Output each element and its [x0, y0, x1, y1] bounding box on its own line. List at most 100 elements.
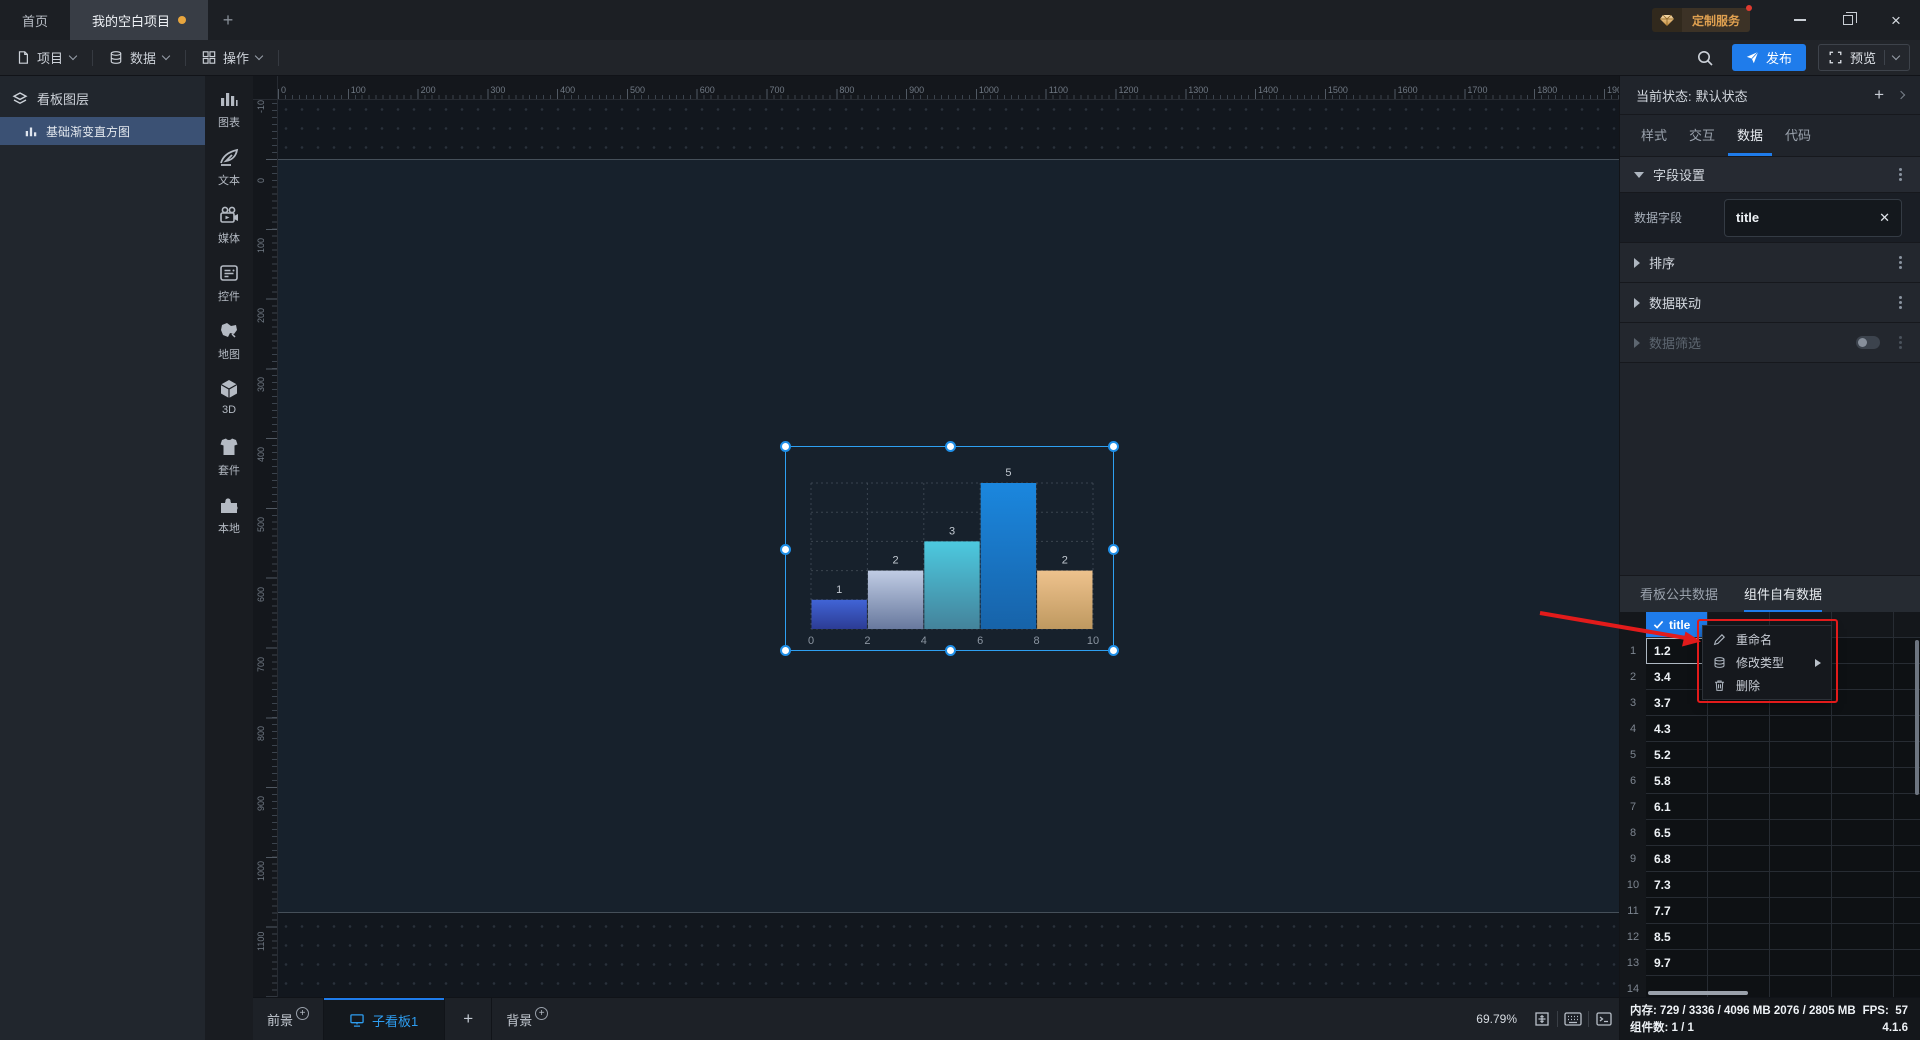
cell-empty[interactable] [1832, 976, 1894, 997]
cell-empty[interactable] [1708, 820, 1770, 846]
cell-empty[interactable] [1832, 898, 1894, 924]
cell-title[interactable]: 3.4 [1646, 664, 1708, 690]
layer-item-histogram[interactable]: 基础渐变直方图 [0, 117, 205, 145]
cell-title[interactable]: 3.7 [1646, 690, 1708, 716]
cell-empty[interactable] [1708, 742, 1770, 768]
section-data-linkage[interactable]: 数据联动 [1620, 283, 1920, 323]
selection-handle[interactable] [1108, 441, 1119, 452]
cell-title[interactable]: 6.5 [1646, 820, 1708, 846]
cell-title[interactable]: 1.2 [1646, 638, 1708, 664]
background-button[interactable]: 背景 + [492, 998, 562, 1040]
cell-title[interactable]: 7.3 [1646, 872, 1708, 898]
custom-service-badge[interactable]: 定制服务 [1652, 8, 1750, 32]
cell-empty[interactable] [1894, 924, 1920, 950]
kebab-menu-icon[interactable] [1899, 301, 1902, 304]
tool-local[interactable]: 本地 [205, 494, 253, 552]
design-canvas[interactable]: 0100200300400500600700800900100011001200… [253, 76, 1619, 1040]
menu-data[interactable]: 数据 [93, 40, 185, 75]
zoom-level[interactable]: 69.79% [1476, 998, 1527, 1040]
cell-empty[interactable] [1832, 950, 1894, 976]
tool-media[interactable]: 媒体 [205, 204, 253, 262]
clear-icon[interactable]: ✕ [1879, 210, 1890, 226]
preview-button[interactable]: 预览 [1818, 44, 1910, 71]
cell-title[interactable]: 6.8 [1646, 846, 1708, 872]
selection-handle[interactable] [945, 645, 956, 656]
subboard-tab[interactable]: 子看板1 [324, 998, 444, 1040]
cell-empty[interactable] [1832, 690, 1894, 716]
add-subboard-button[interactable]: + [445, 998, 491, 1040]
cell-empty[interactable] [1832, 924, 1894, 950]
selection-handle[interactable] [945, 441, 956, 452]
cell-empty[interactable] [1770, 924, 1832, 950]
tool-text[interactable]: 文本 [205, 146, 253, 204]
context-menu-delete[interactable]: 删除 [1703, 674, 1831, 697]
cell-empty[interactable] [1832, 846, 1894, 872]
context-menu-rename[interactable]: 重命名 [1703, 628, 1831, 651]
vertical-scrollbar[interactable] [1915, 640, 1919, 795]
tab-project[interactable]: 我的空白项目 [70, 0, 208, 40]
cell-empty[interactable] [1894, 820, 1920, 846]
console-button[interactable] [1589, 998, 1619, 1040]
kebab-menu-icon[interactable] [1899, 173, 1902, 176]
context-menu-change-type[interactable]: 修改类型 [1703, 651, 1831, 674]
close-button[interactable]: × [1872, 0, 1920, 40]
cell-empty[interactable] [1708, 924, 1770, 950]
add-foreground-icon[interactable]: + [296, 1007, 309, 1020]
filter-toggle[interactable] [1856, 336, 1880, 349]
fit-screen-button[interactable] [1527, 998, 1557, 1040]
cell-empty[interactable] [1708, 716, 1770, 742]
cell-empty[interactable] [1708, 898, 1770, 924]
menu-actions[interactable]: 操作 [186, 40, 278, 75]
cell-empty[interactable] [1770, 768, 1832, 794]
selection-handle[interactable] [780, 544, 791, 555]
kebab-menu-icon[interactable] [1899, 261, 1902, 264]
cell-empty[interactable] [1708, 950, 1770, 976]
tab-board-shared-data[interactable]: 看板公共数据 [1640, 576, 1718, 612]
cell-empty[interactable] [1894, 872, 1920, 898]
cell-empty[interactable] [1894, 898, 1920, 924]
cell-empty[interactable] [1832, 794, 1894, 820]
cell-empty[interactable] [1770, 716, 1832, 742]
add-background-icon[interactable]: + [535, 1007, 548, 1020]
cell-title[interactable]: 4.3 [1646, 716, 1708, 742]
cell-empty[interactable] [1708, 768, 1770, 794]
new-tab-button[interactable]: + [208, 0, 248, 40]
tool-3d[interactable]: 3D [205, 378, 253, 436]
cell-title[interactable]: 5.2 [1646, 742, 1708, 768]
tab-component-own-data[interactable]: 组件自有数据 [1744, 576, 1822, 612]
add-state-button[interactable]: + [1864, 85, 1894, 105]
selected-chart-component[interactable]: 123520246810 [785, 446, 1114, 651]
cell-empty[interactable] [1832, 742, 1894, 768]
selection-handle[interactable] [1108, 645, 1119, 656]
kebab-menu-icon[interactable] [1899, 341, 1902, 344]
cell-title[interactable]: 6.1 [1646, 794, 1708, 820]
foreground-button[interactable]: 前景 + [253, 998, 323, 1040]
chevron-right-icon[interactable] [1897, 91, 1905, 99]
tool-kits[interactable]: 套件 [205, 436, 253, 494]
cell-empty[interactable] [1894, 794, 1920, 820]
cell-title[interactable]: 8.5 [1646, 924, 1708, 950]
cell-title[interactable]: 7.7 [1646, 898, 1708, 924]
cell-empty[interactable] [1770, 898, 1832, 924]
cell-empty[interactable] [1770, 976, 1832, 997]
maximize-button[interactable] [1824, 0, 1872, 40]
tab-style[interactable]: 样式 [1632, 115, 1676, 156]
horizontal-scrollbar[interactable] [1648, 991, 1748, 995]
selection-handle[interactable] [780, 441, 791, 452]
cell-empty[interactable] [1894, 950, 1920, 976]
cell-empty[interactable] [1770, 846, 1832, 872]
section-field-settings[interactable]: 字段设置 [1620, 157, 1920, 193]
cell-empty[interactable] [1832, 716, 1894, 742]
tab-data[interactable]: 数据 [1728, 115, 1772, 156]
selection-handle[interactable] [780, 645, 791, 656]
section-sort[interactable]: 排序 [1620, 243, 1920, 283]
selection-handle[interactable] [1108, 544, 1119, 555]
tool-widgets[interactable]: 控件 [205, 262, 253, 320]
cell-empty[interactable] [1894, 976, 1920, 997]
cell-empty[interactable] [1832, 664, 1894, 690]
cell-empty[interactable] [1708, 794, 1770, 820]
cell-empty[interactable] [1832, 820, 1894, 846]
cell-empty[interactable] [1770, 742, 1832, 768]
cell-empty[interactable] [1708, 846, 1770, 872]
tab-interaction[interactable]: 交互 [1680, 115, 1724, 156]
